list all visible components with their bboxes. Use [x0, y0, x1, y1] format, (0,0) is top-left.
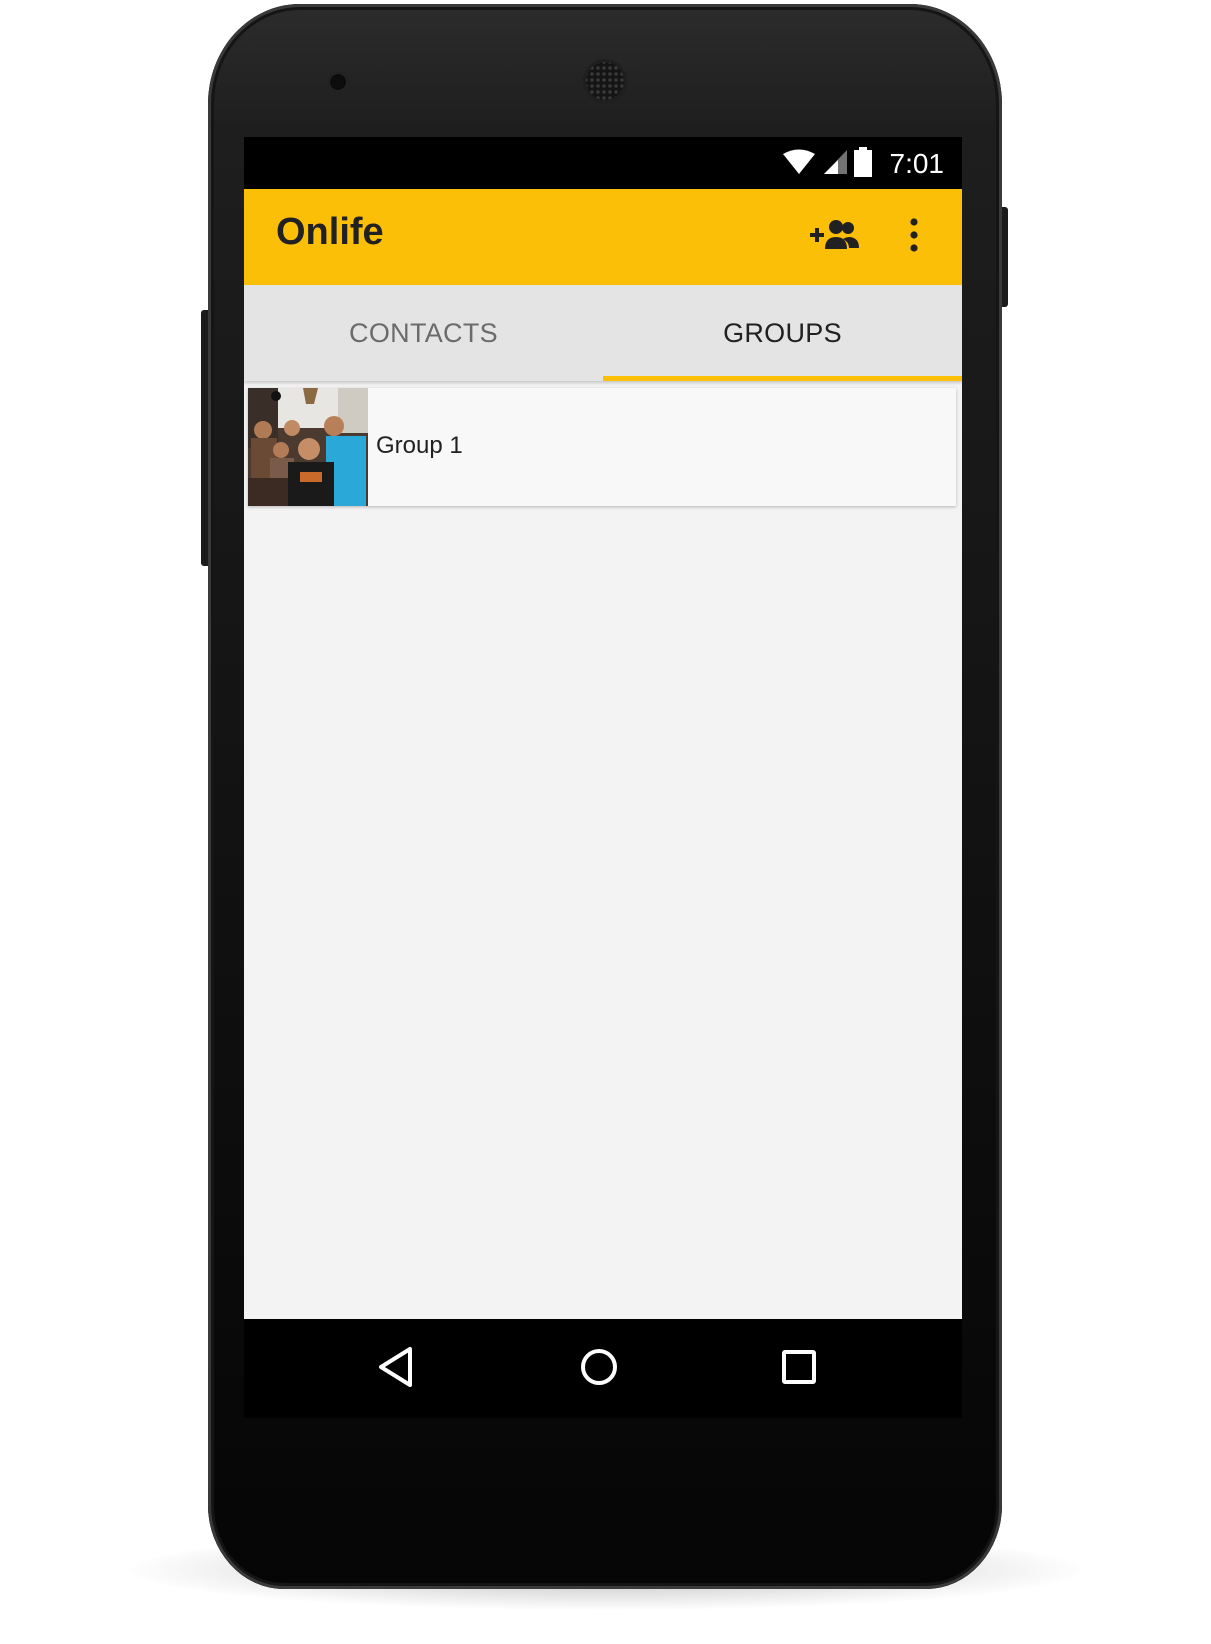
battery-icon — [853, 146, 872, 182]
home-button[interactable] — [569, 1339, 629, 1399]
home-icon — [579, 1347, 619, 1392]
app-bar: Onlife — [244, 189, 962, 285]
tab-bar: CONTACTS GROUPS — [244, 285, 962, 381]
status-bar: 7:01 — [244, 137, 962, 189]
overflow-menu-button[interactable] — [894, 209, 934, 265]
app-title: Onlife — [276, 211, 384, 253]
tab-contacts[interactable]: CONTACTS — [244, 285, 603, 381]
add-group-button[interactable] — [807, 209, 863, 265]
recents-icon — [781, 1349, 817, 1390]
more-vert-icon — [909, 217, 919, 257]
group-photo — [248, 388, 368, 506]
cell-signal-icon — [822, 149, 848, 180]
wifi-icon — [782, 149, 816, 180]
tab-label: CONTACTS — [349, 317, 498, 348]
recents-button[interactable] — [769, 1339, 829, 1399]
tab-label: GROUPS — [723, 317, 842, 348]
device-mockup: 7:01 Onlife CONTACTS GROUPS Group 1 — [0, 0, 1211, 1644]
tab-indicator — [603, 376, 962, 381]
back-icon — [376, 1346, 416, 1393]
groups-list: Group 1 — [244, 381, 962, 1319]
group-name: Group 1 — [376, 432, 463, 459]
status-time: 7:01 — [889, 148, 945, 179]
status-icons: 7:01 — [782, 146, 945, 182]
group-add-icon — [809, 217, 861, 258]
front-camera — [328, 72, 348, 92]
navigation-bar — [244, 1319, 962, 1418]
back-button[interactable] — [366, 1339, 426, 1399]
list-item[interactable]: Group 1 — [248, 388, 956, 506]
tab-groups[interactable]: GROUPS — [603, 285, 962, 381]
phone-screen: 7:01 Onlife CONTACTS GROUPS Group 1 — [244, 137, 962, 1418]
earpiece-speaker — [583, 59, 627, 103]
